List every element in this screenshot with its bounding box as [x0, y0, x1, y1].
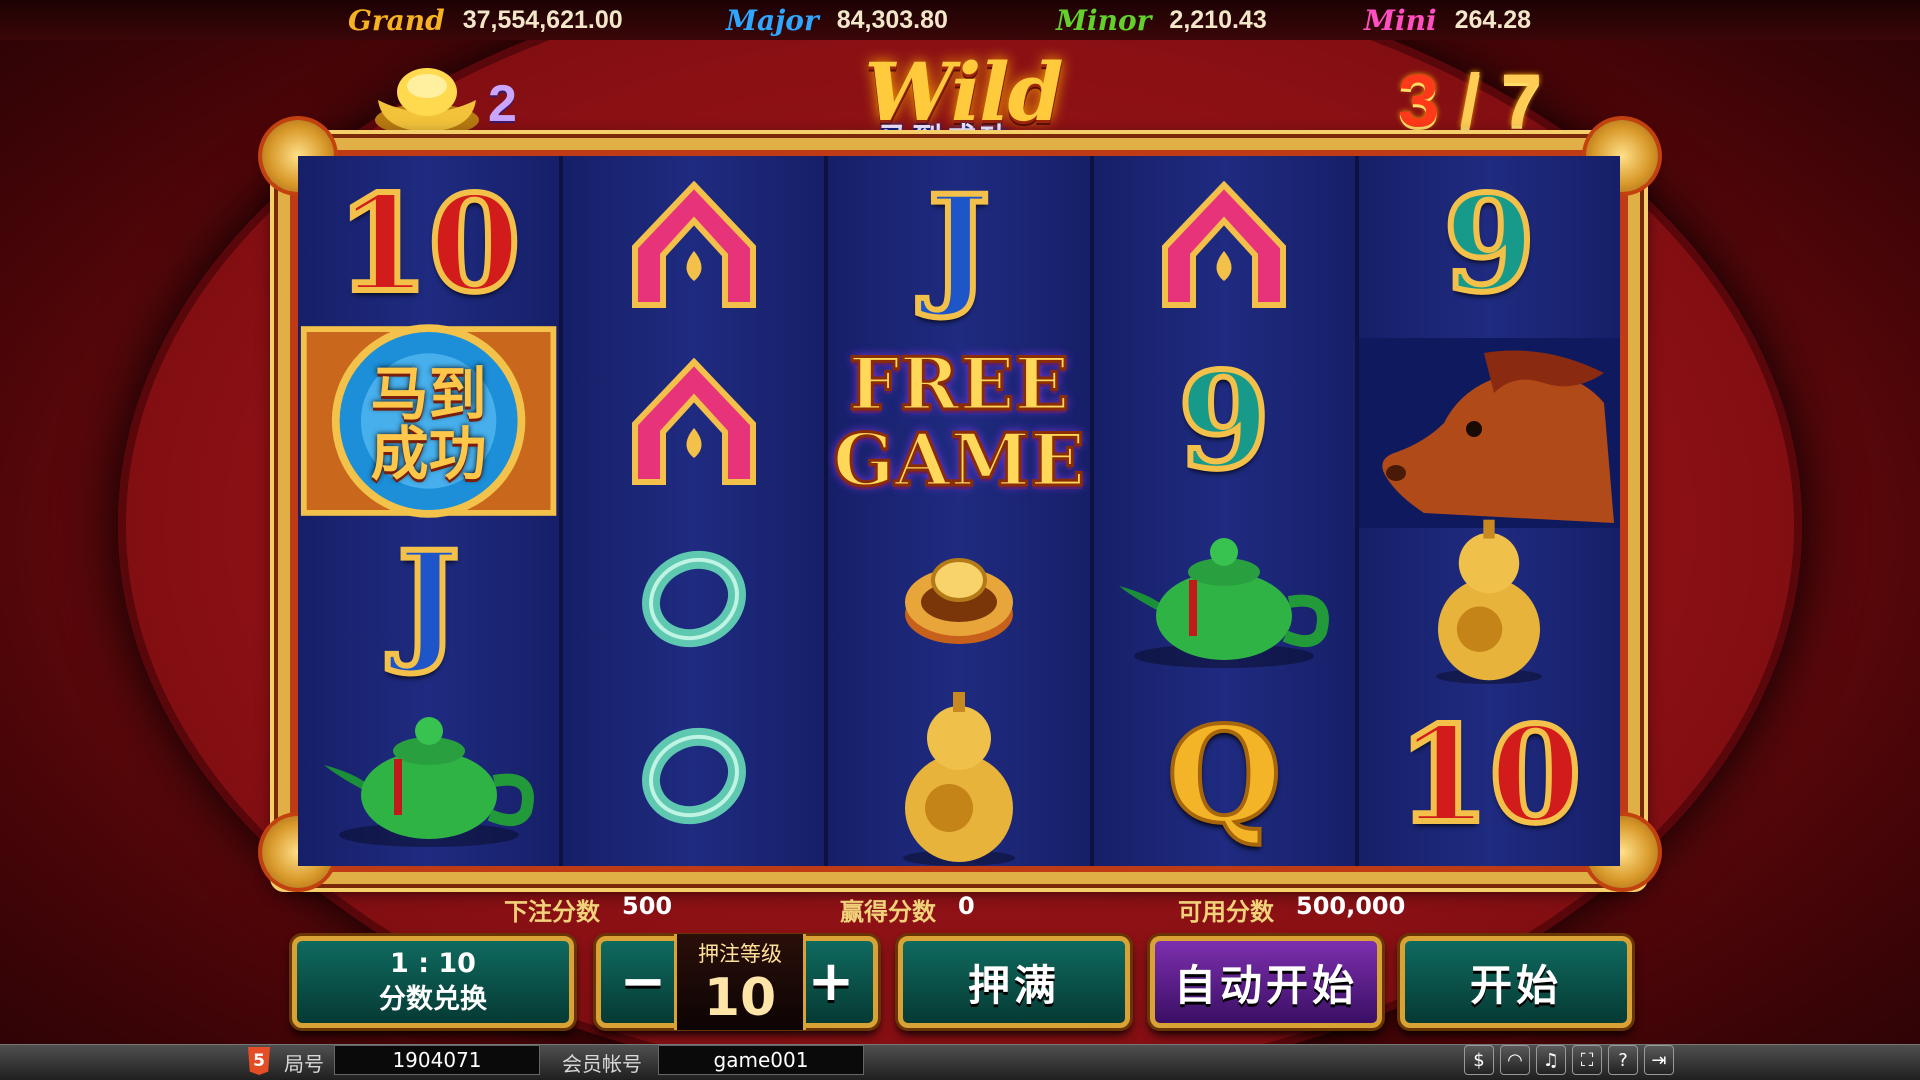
round-label: 局号 [284, 1052, 324, 1076]
fullscreen-icon[interactable]: ⛶ [1572, 1045, 1602, 1075]
coin-icon[interactable]: $ [1464, 1045, 1494, 1075]
symbol-free-game: FREE GAME [828, 333, 1089, 510]
music-icon[interactable]: ♫ [1536, 1045, 1566, 1075]
win-score: 赢得分数 0 [840, 892, 975, 926]
jackpot-value: 84,303.80 [836, 5, 948, 34]
member-account: game001 [658, 1045, 864, 1075]
bet-decrease-button[interactable]: − [614, 953, 672, 1011]
jade-bangle-icon [641, 727, 746, 824]
symbol-ace [563, 333, 824, 510]
bet-level-value: 10 [703, 968, 777, 1028]
symbol-wild: 马到 成功 [298, 316, 559, 526]
symbol-queen: Q [1165, 697, 1284, 853]
exit-icon[interactable]: ⇥ [1644, 1045, 1674, 1075]
jade-teapot-icon [1119, 537, 1330, 668]
bet-score-value: 500 [622, 892, 673, 920]
bet-level-display: 押注等级 10 [674, 934, 806, 1030]
html5-icon: 5 [248, 1047, 270, 1075]
symbol-horse [1358, 338, 1621, 528]
auto-start-button[interactable]: 自动开始 [1150, 936, 1382, 1028]
auto-start-label: 自动开始 [1173, 960, 1358, 1010]
golden-gourd-icon [903, 692, 1015, 866]
gold-ingot-icon [375, 68, 479, 136]
start-label: 开始 [1469, 960, 1562, 1010]
help-icon[interactable]: ? [1608, 1045, 1638, 1075]
exchange-ratio: 1 : 10 [390, 948, 476, 979]
golden-gourd-icon [1436, 519, 1543, 684]
symbol-jade-bangle [563, 687, 824, 864]
credit-score: 可用分数 500,000 [1178, 892, 1406, 926]
exchange-label: 分数兑换 [379, 984, 487, 1015]
reel-4: 9 Q [1093, 156, 1355, 866]
ace-symbol-icon [631, 357, 756, 485]
jackpot-value: 2,210.43 [1169, 5, 1267, 34]
symbol-ten: 10 [334, 166, 524, 322]
jackpot-bar: Grand 37,554,621.00 Major 84,303.80 Mino… [0, 0, 1920, 40]
reel-1: 10 马到 成功 J [298, 156, 560, 866]
symbol-ace [1094, 156, 1355, 333]
jade-teapot-icon [323, 716, 534, 847]
game-title: Wild Horses 马到成功 [728, 52, 1198, 212]
credit-score-value: 500,000 [1296, 892, 1406, 920]
start-button[interactable]: 开始 [1400, 936, 1632, 1028]
symbol-gourd [828, 676, 1089, 876]
jackpot-label: Minor [1056, 3, 1152, 37]
reel-2 [563, 156, 825, 866]
symbol-teapot [298, 689, 559, 866]
reel-3: J FREE GAME [828, 156, 1090, 866]
free-game-line2: GAME [832, 416, 1087, 502]
symbol-gold-ring [828, 510, 1089, 687]
jackpot-label: Major [726, 3, 819, 37]
jade-bangle-icon [641, 550, 746, 647]
wild-text-line1: 马到 [370, 360, 487, 428]
ace-symbol-icon [1162, 180, 1287, 308]
bet-score: 下注分数 500 [504, 892, 673, 926]
game-stage: Grand 37,554,621.00 Major 84,303.80 Mino… [0, 0, 1920, 1080]
jackpot-label: Grand [348, 3, 445, 37]
win-score-label: 赢得分数 [840, 898, 936, 926]
symbol-ace [563, 156, 824, 333]
credit-score-label: 可用分数 [1178, 898, 1274, 926]
counter-separator: / [1459, 59, 1481, 142]
jackpot-major: Major 84,303.80 [726, 2, 948, 38]
jackpot-label: Mini [1364, 3, 1437, 37]
max-bet-button[interactable]: 押满 [898, 936, 1130, 1028]
wild-text-line2: 成功 [370, 420, 487, 488]
ace-symbol-icon [631, 180, 756, 308]
jackpot-grand: Grand 37,554,621.00 [348, 2, 623, 38]
win-score-value: 0 [958, 892, 975, 920]
counter-current: 3 [1398, 59, 1440, 142]
jackpot-mini: Mini 264.28 [1364, 2, 1531, 38]
symbol-nine: 9 [1175, 343, 1273, 499]
symbol-ten: 10 [1395, 697, 1585, 853]
jackpot-value: 264.28 [1454, 5, 1532, 34]
member-label: 会员帐号 [562, 1052, 642, 1076]
ingot-count: 2 [488, 75, 517, 133]
bet-increase-button[interactable]: + [802, 953, 860, 1011]
symbol-jack: J [394, 522, 463, 678]
rss-icon[interactable]: ◠ [1500, 1045, 1530, 1075]
symbol-gourd [1359, 510, 1620, 687]
jackpot-value: 37,554,621.00 [462, 5, 623, 34]
round-number: 1904071 [334, 1045, 540, 1075]
symbol-nine: 9 [1440, 166, 1538, 322]
max-bet-label: 押满 [967, 960, 1060, 1010]
jackpot-minor: Minor 2,210.43 [1056, 2, 1267, 38]
bet-score-label: 下注分数 [504, 898, 600, 926]
exchange-button[interactable]: 1 : 10 分数兑换 [292, 936, 574, 1028]
symbol-jade-bangle [563, 510, 824, 687]
symbol-teapot [1094, 510, 1355, 687]
free-game-line1: FREE [847, 340, 1071, 426]
counter-total: 7 [1500, 59, 1542, 142]
reel-grid: 10 马到 成功 J J FREE GAME 9 Q 9 10 [298, 156, 1621, 866]
free-game-counter: 3 / 7 [1398, 58, 1542, 143]
bet-level-label: 押注等级 [698, 942, 782, 966]
horse-head-icon [1382, 350, 1615, 523]
reel-5: 9 10 [1358, 156, 1621, 866]
gold-ring-icon [905, 557, 1013, 644]
symbol-jack: J [925, 166, 994, 322]
